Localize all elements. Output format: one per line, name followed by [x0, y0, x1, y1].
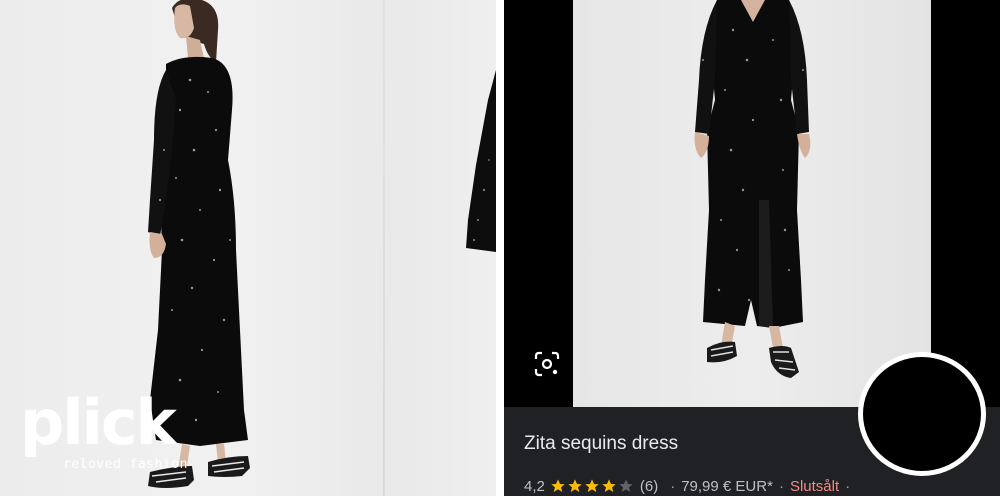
star-empty-icon: [619, 479, 633, 492]
plick-logo: plick reloved fashion: [20, 392, 220, 482]
star-icon: [585, 479, 599, 492]
star-icon: [551, 479, 565, 492]
product-meta-row: 4,2 (6) · 79,99 € EUR* · Slutsålt ·: [524, 476, 856, 496]
product-image[interactable]: [573, 0, 931, 407]
separator-dot: ·: [670, 477, 676, 495]
plick-tagline: reloved fashion: [63, 457, 188, 472]
star-icon: [568, 479, 582, 492]
left-product-photo: plick reloved fashion: [0, 0, 496, 496]
separator-dot: ·: [845, 477, 851, 495]
panel-divider: [496, 0, 504, 496]
product-price: 79,99 € EUR*: [681, 477, 773, 495]
plick-wordmark: plick: [20, 386, 177, 459]
star-icon: [602, 479, 616, 492]
availability-status: Slutsålt: [789, 477, 840, 495]
wall-seam: [383, 0, 385, 496]
rating-stars: [550, 478, 635, 494]
model-in-sequin-dress-front: [694, 0, 811, 378]
review-count: (6): [639, 477, 659, 495]
google-lens-icon[interactable]: [534, 351, 560, 377]
rating-value: 4,2: [524, 477, 545, 495]
product-title[interactable]: Zita sequins dress: [524, 433, 678, 455]
redaction-circle: [858, 352, 986, 476]
redaction-mask: [858, 352, 986, 476]
separator-dot: ·: [778, 477, 784, 495]
cropped-dress-edge: [466, 70, 496, 252]
